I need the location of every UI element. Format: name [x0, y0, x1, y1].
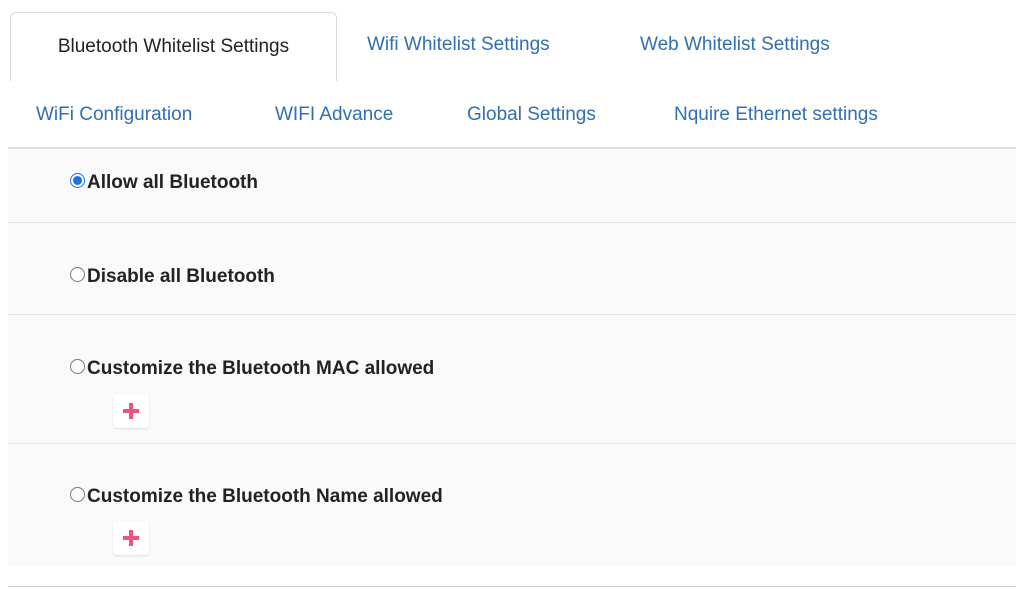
- tab-wifi-advance[interactable]: WIFI Advance: [275, 104, 393, 126]
- plus-icon: [123, 403, 139, 419]
- option-label: Customize the Bluetooth Name allowed: [87, 486, 443, 507]
- add-name-button[interactable]: [113, 521, 149, 555]
- radio-allow-all-bluetooth[interactable]: [70, 172, 85, 188]
- radio-disable-all-bluetooth[interactable]: [70, 266, 85, 282]
- radio-customize-bluetooth-name[interactable]: [70, 486, 85, 502]
- option-allow-all-bluetooth[interactable]: Allow all Bluetooth: [70, 172, 258, 194]
- option-label: Customize the Bluetooth MAC allowed: [87, 358, 435, 379]
- row-divider: [8, 222, 1016, 223]
- tab-wifi-whitelist-settings[interactable]: Wifi Whitelist Settings: [367, 34, 550, 56]
- row-divider: [8, 314, 1016, 315]
- tab-global-settings[interactable]: Global Settings: [467, 104, 596, 126]
- tab-web-whitelist-settings[interactable]: Web Whitelist Settings: [640, 34, 830, 56]
- add-mac-button[interactable]: [113, 394, 149, 428]
- radio-customize-bluetooth-mac[interactable]: [70, 358, 85, 374]
- row-divider: [8, 443, 1016, 444]
- tab-wifi-configuration[interactable]: WiFi Configuration: [36, 104, 192, 126]
- option-label: Disable all Bluetooth: [87, 266, 275, 287]
- option-customize-bluetooth-name[interactable]: Customize the Bluetooth Name allowed: [70, 486, 443, 508]
- option-disable-all-bluetooth[interactable]: Disable all Bluetooth: [70, 266, 275, 288]
- panel-bottom-border: [8, 586, 1016, 587]
- option-label: Allow all Bluetooth: [87, 172, 258, 193]
- bluetooth-whitelist-page: Bluetooth Whitelist Settings Wifi Whitel…: [0, 0, 1016, 589]
- plus-icon: [123, 530, 139, 546]
- tab-nquire-ethernet-settings[interactable]: Nquire Ethernet settings: [674, 104, 878, 126]
- tab-bluetooth-whitelist-settings[interactable]: Bluetooth Whitelist Settings: [10, 12, 337, 81]
- option-customize-bluetooth-mac[interactable]: Customize the Bluetooth MAC allowed: [70, 358, 434, 380]
